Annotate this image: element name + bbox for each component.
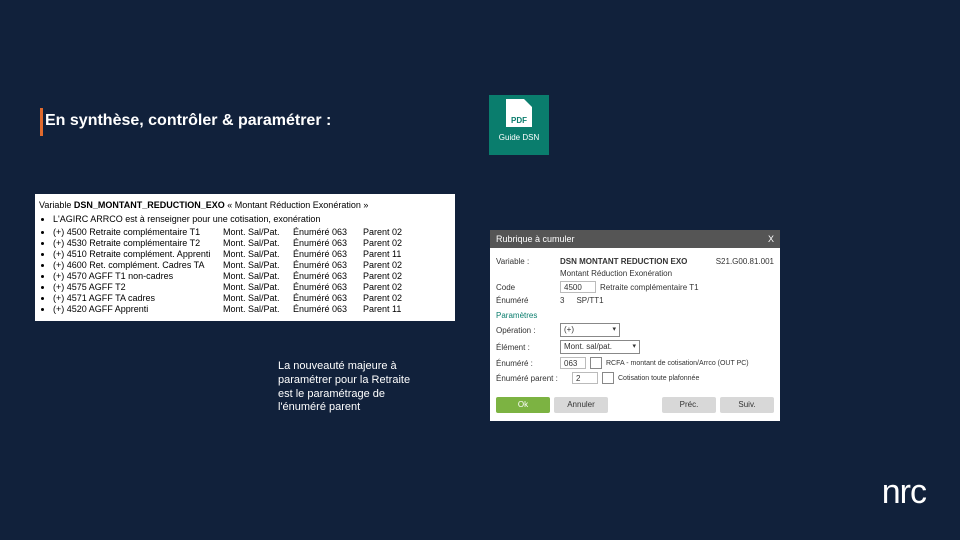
table-row: (+) 4571 AGFF TA cadresMont. Sal/Pat.Énu…: [53, 293, 451, 303]
header-label: Variable: [39, 200, 71, 210]
table-row: (+) 4600 Ret. complément. Cadres TAMont.…: [53, 260, 451, 270]
enum-parent-checkbox[interactable]: [602, 372, 614, 384]
var-code: DSN MONTANT REDUCTION EXO: [560, 257, 687, 266]
guide-dsn-label: Guide DSN: [499, 133, 539, 142]
next-button[interactable]: Suiv.: [720, 397, 774, 413]
variable-panel: Variable DSN_MONTANT_REDUCTION_EXO « Mon…: [35, 194, 455, 321]
header-desc: « Montant Réduction Exonération »: [227, 200, 368, 210]
table-row: (+) 4520 AGFF ApprentiMont. Sal/Pat.Énum…: [53, 304, 451, 314]
element-label: Élément :: [496, 343, 556, 352]
element-select[interactable]: Mont. sal/pat.▾: [560, 340, 640, 354]
dialog-title: Rubrique à cumuler: [496, 230, 575, 248]
table-row: (+) 4570 AGFF T1 non-cadresMont. Sal/Pat…: [53, 271, 451, 281]
enumere-desc: RCFA - montant de cotisation/Arrco (OUT …: [606, 360, 749, 367]
enum-parent-label: Énuméré parent :: [496, 374, 568, 383]
header-code: DSN_MONTANT_REDUCTION_EXO: [74, 200, 225, 210]
page-title: En synthèse, contrôler & paramétrer :: [45, 112, 331, 130]
enumere-checkbox[interactable]: [590, 357, 602, 369]
code-desc: Retraite complémentaire T1: [600, 283, 699, 292]
pdf-icon: PDF: [506, 99, 532, 127]
var-ref: S21.G00.81.001: [716, 257, 774, 266]
close-icon[interactable]: X: [768, 230, 774, 248]
table-row: (+) 4510 Retraite complément. ApprentiMo…: [53, 249, 451, 259]
guide-dsn-tile[interactable]: PDF Guide DSN: [489, 95, 549, 155]
table-row: (+) 4575 AGFF T2Mont. Sal/Pat.Énuméré 06…: [53, 282, 451, 292]
rubrique-dialog: Rubrique à cumuler X Variable : DSN MONT…: [490, 230, 780, 421]
nrc-logo: nrc: [882, 473, 926, 512]
cancel-button[interactable]: Annuler: [554, 397, 608, 413]
code-label: Code: [496, 283, 556, 292]
enum-value: 3: [560, 296, 564, 305]
panel-intro: L'AGIRC ARRCO est à renseigner pour une …: [53, 214, 451, 224]
enumere-field[interactable]: 063: [560, 357, 586, 369]
param-label: Paramètres: [496, 311, 537, 320]
dialog-titlebar: Rubrique à cumuler X: [490, 230, 780, 248]
chevron-down-icon: ▾: [632, 341, 636, 353]
prev-button[interactable]: Préc.: [662, 397, 716, 413]
ok-button[interactable]: Ok: [496, 397, 550, 413]
table-row: (+) 4530 Retraite complémentaire T2Mont.…: [53, 238, 451, 248]
enum-label: Énuméré: [496, 296, 556, 305]
table-row: (+) 4500 Retraite complémentaire T1Mont.…: [53, 227, 451, 237]
enum-desc: SP/TT1: [576, 296, 603, 305]
code-field[interactable]: 4500: [560, 281, 596, 293]
var-desc: Montant Réduction Exonération: [560, 269, 672, 278]
novelty-note: La nouveauté majeure à paramétrer pour l…: [278, 360, 418, 415]
chevron-down-icon: ▾: [612, 324, 616, 336]
var-label: Variable :: [496, 257, 556, 266]
enumere-label: Énuméré :: [496, 359, 556, 368]
enum-parent-desc: Cotisation toute plafonnée: [618, 375, 699, 382]
operation-select[interactable]: (+)▾: [560, 323, 620, 337]
variable-panel-header: Variable DSN_MONTANT_REDUCTION_EXO « Mon…: [39, 200, 451, 210]
enum-parent-field[interactable]: 2: [572, 372, 598, 384]
operation-label: Opération :: [496, 326, 556, 335]
